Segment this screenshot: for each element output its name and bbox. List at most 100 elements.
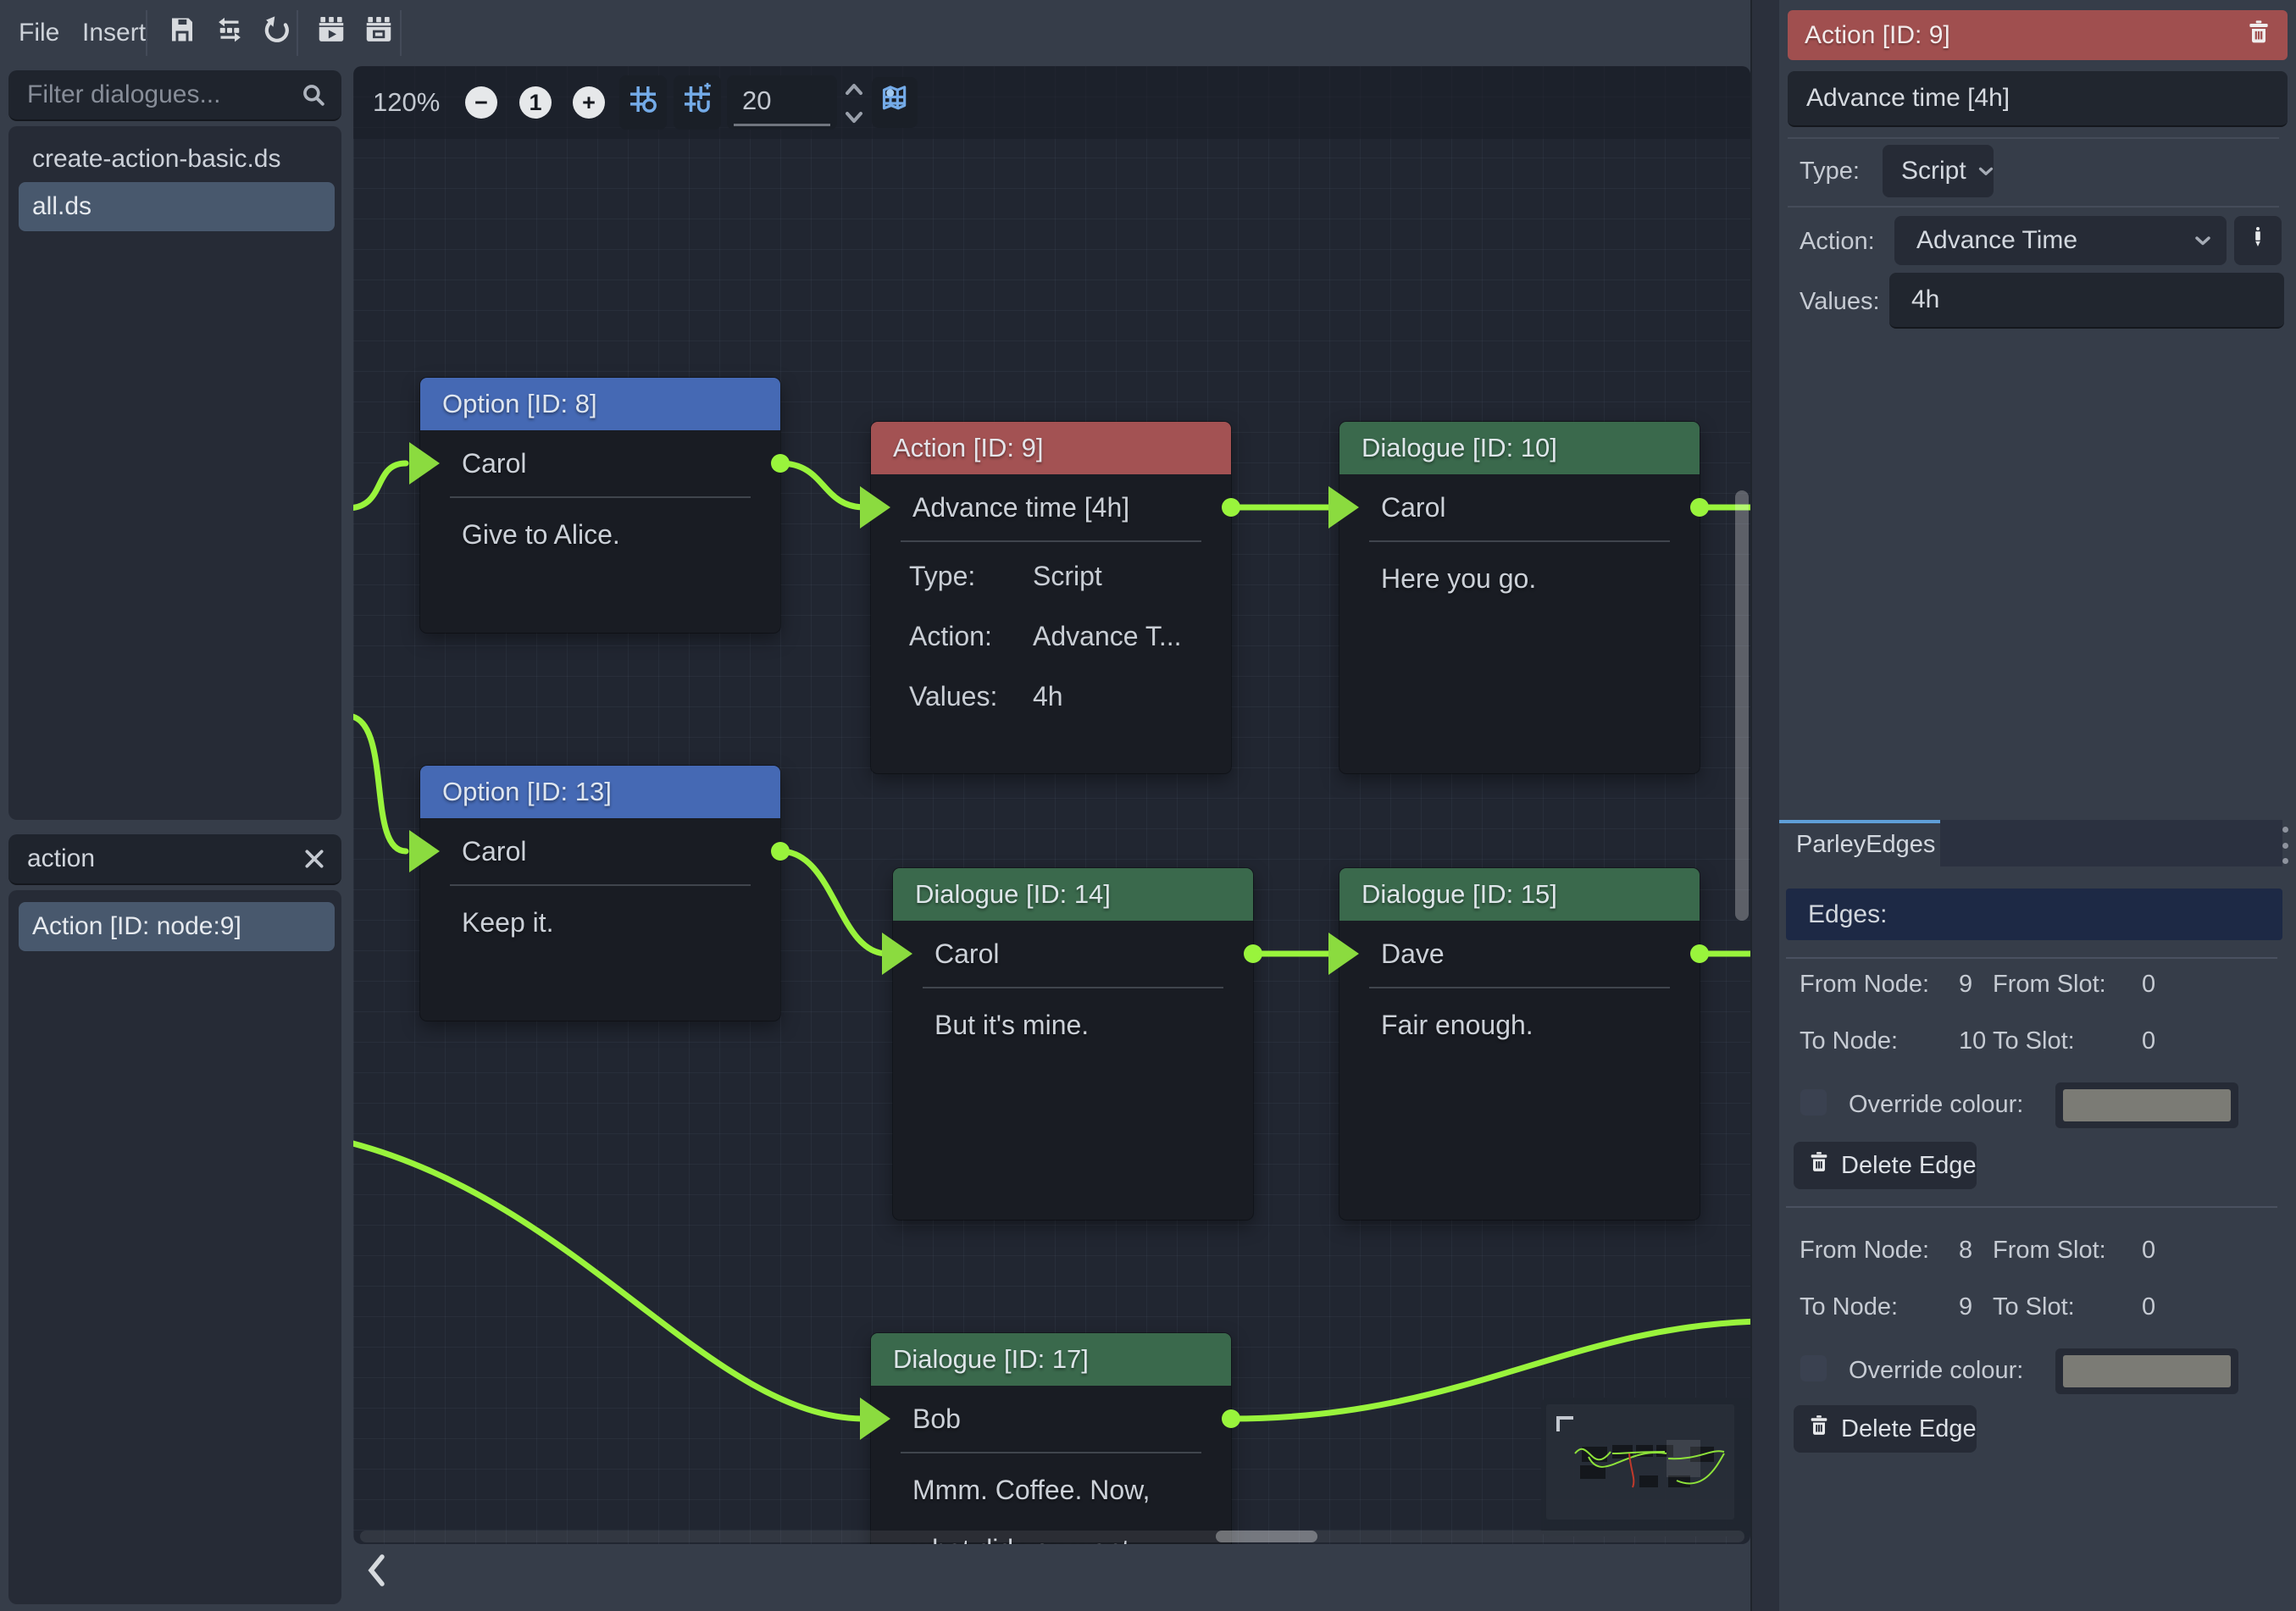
snap-step-steppers[interactable] [841, 80, 867, 127]
node-text: Keep it. [462, 893, 758, 952]
menubar-separator [400, 10, 402, 56]
from-slot-value: 0 [2142, 1237, 2155, 1265]
node-field: Action:Advance T... [909, 617, 1214, 655]
save-button[interactable] [163, 14, 202, 53]
panel-divider[interactable] [1750, 0, 1781, 1611]
inspector-separator [1788, 137, 2279, 139]
override-colour-checkbox[interactable] [1800, 1089, 1827, 1116]
colour-swatch [2063, 1089, 2231, 1121]
edge-into-option-8 [353, 463, 406, 508]
dialogue-file-item[interactable]: create-action-basic.ds [32, 135, 335, 184]
node-title[interactable]: Option [ID: 13] [420, 766, 780, 818]
inspector-header-title: Action [ID: 9] [1805, 21, 1950, 50]
from-node-label: From Node: [1800, 1237, 1959, 1265]
graph-node-option-8[interactable]: Option [ID: 8]CarolGive to Alice. [420, 378, 780, 633]
inspector-panel: Action [ID: 9] Advance time [4h] Type: S… [1779, 0, 2296, 1611]
panel-menu-button[interactable] [2279, 827, 2291, 864]
override-colour-label: Override colour: [1849, 1357, 2023, 1385]
node-field: Type:Script [909, 557, 1214, 595]
dialogue-file-item-selected[interactable]: all.ds [19, 182, 335, 231]
chevron-down-icon [1975, 160, 1997, 182]
clear-filter-button[interactable] [301, 845, 328, 872]
collapse-sidebar-button[interactable] [365, 1553, 391, 1594]
delete-edge-button[interactable]: Delete Edge [1794, 1142, 1977, 1189]
zoom-in-button[interactable]: + [573, 86, 605, 119]
node-separator [1369, 540, 1670, 542]
from-slot-label: From Slot: [1993, 971, 2142, 999]
test-dialogue-button[interactable] [312, 14, 351, 53]
graph-node-dialogue-15[interactable]: Dialogue [ID: 15]DaveFair enough. [1339, 868, 1700, 1220]
colour-picker[interactable] [2055, 1348, 2238, 1394]
zoom-reset-button[interactable]: 1 [519, 86, 552, 119]
parley-dialogue-editor: File Insert [0, 0, 2296, 1611]
toggle-minimap-button[interactable] [872, 77, 918, 128]
canvas-vertical-scrollbar[interactable] [1735, 490, 1749, 921]
canvas-horizontal-scrollbar-thumb[interactable] [1216, 1531, 1317, 1542]
node-filter-value: action [27, 844, 301, 873]
node-separator [450, 884, 751, 886]
node-speaker: Carol [462, 818, 758, 884]
snap-step-value: 20 [742, 75, 771, 126]
to-node-value: 9 [1959, 1293, 1993, 1321]
graph-minimap[interactable] [1541, 1398, 1750, 1536]
graph-canvas[interactable]: Option [ID: 8]CarolGive to Alice. Action … [353, 66, 1750, 1544]
colour-swatch [2063, 1355, 2231, 1387]
graph-toolbar: 120% − 1 + 20 [353, 66, 1750, 139]
zoom-out-button[interactable]: − [465, 86, 497, 119]
to-node-label: To Node: [1800, 1027, 1959, 1055]
grid-step-button[interactable] [674, 75, 721, 130]
from-node-label: From Node: [1800, 971, 1959, 999]
edit-action-button[interactable] [2234, 216, 2282, 265]
undo-button[interactable] [258, 14, 297, 53]
node-speaker: Carol [462, 430, 758, 496]
node-title[interactable]: Dialogue [ID: 14] [893, 868, 1253, 921]
delete-node-button[interactable] [2245, 19, 2272, 53]
graph-node-option-13[interactable]: Option [ID: 13]Carol Keep it. [420, 766, 780, 1021]
tab-parleyedges[interactable]: ParleyEdges [1779, 820, 1940, 866]
node-title[interactable]: Action [ID: 9] [871, 422, 1231, 474]
node-speaker: Bob [912, 1386, 1209, 1452]
node-filter-input[interactable]: action [8, 834, 341, 885]
minimap-icon [878, 82, 912, 123]
colour-picker[interactable] [2055, 1082, 2238, 1128]
dialogues-filter-input[interactable]: Filter dialogues... [8, 70, 341, 121]
test-scene-icon [363, 14, 395, 53]
menubar-separator [146, 10, 147, 56]
arrange-nodes-button[interactable] [210, 14, 249, 53]
from-slot-label: From Slot: [1993, 1237, 2142, 1265]
snap-step-spinbox[interactable]: 20 [727, 75, 837, 130]
menu-file[interactable]: File [19, 0, 59, 66]
node-title[interactable]: Dialogue [ID: 17] [871, 1333, 1231, 1386]
graph-node-dialogue-14[interactable]: Dialogue [ID: 14]CarolBut it's mine. [893, 868, 1253, 1220]
chevron-left-icon [365, 1552, 387, 1596]
trash-icon [1807, 1150, 1831, 1181]
from-node-value: 9 [1959, 971, 1993, 999]
type-dropdown[interactable]: Script [1883, 145, 1994, 197]
menu-insert[interactable]: Insert [82, 0, 146, 66]
node-name-input[interactable]: Advance time [4h] [1788, 71, 2288, 127]
canvas-horizontal-scrollbar-track[interactable] [360, 1531, 1744, 1542]
graph-node-dialogue-10[interactable]: Dialogue [ID: 10]CarolHere you go. [1339, 422, 1700, 773]
grid-magnet-icon [680, 82, 714, 123]
values-input[interactable]: 4h [1889, 273, 2284, 329]
node-title[interactable]: Dialogue [ID: 15] [1339, 868, 1700, 921]
delete-edge-button[interactable]: Delete Edge [1794, 1405, 1977, 1453]
zoom-level-label: 120% [373, 66, 440, 139]
test-scene-button[interactable] [359, 14, 398, 53]
node-filter-result-selected[interactable]: Action [ID: node:9] [19, 902, 335, 951]
type-value: Script [1901, 157, 1966, 185]
menubar-separator [297, 10, 298, 56]
type-label: Type: [1800, 158, 1860, 185]
node-speaker: Carol [1381, 474, 1678, 540]
node-speaker: Dave [1381, 921, 1678, 987]
graph-node-action-9[interactable]: Action [ID: 9]Advance time [4h]Type:Scri… [871, 422, 1231, 773]
snap-step-underline [734, 124, 830, 126]
action-dropdown[interactable]: Advance Time [1894, 216, 2227, 265]
node-title[interactable]: Dialogue [ID: 10] [1339, 422, 1700, 474]
node-title[interactable]: Option [ID: 8] [420, 378, 780, 430]
graph-node-dialogue-17[interactable]: Dialogue [ID: 17]BobMmm. Coffee. Now, wh… [871, 1333, 1231, 1544]
search-icon [299, 80, 328, 109]
arrange-nodes-icon [214, 14, 245, 52]
toggle-grid-snap-button[interactable] [619, 75, 667, 130]
override-colour-checkbox[interactable] [1800, 1355, 1827, 1381]
